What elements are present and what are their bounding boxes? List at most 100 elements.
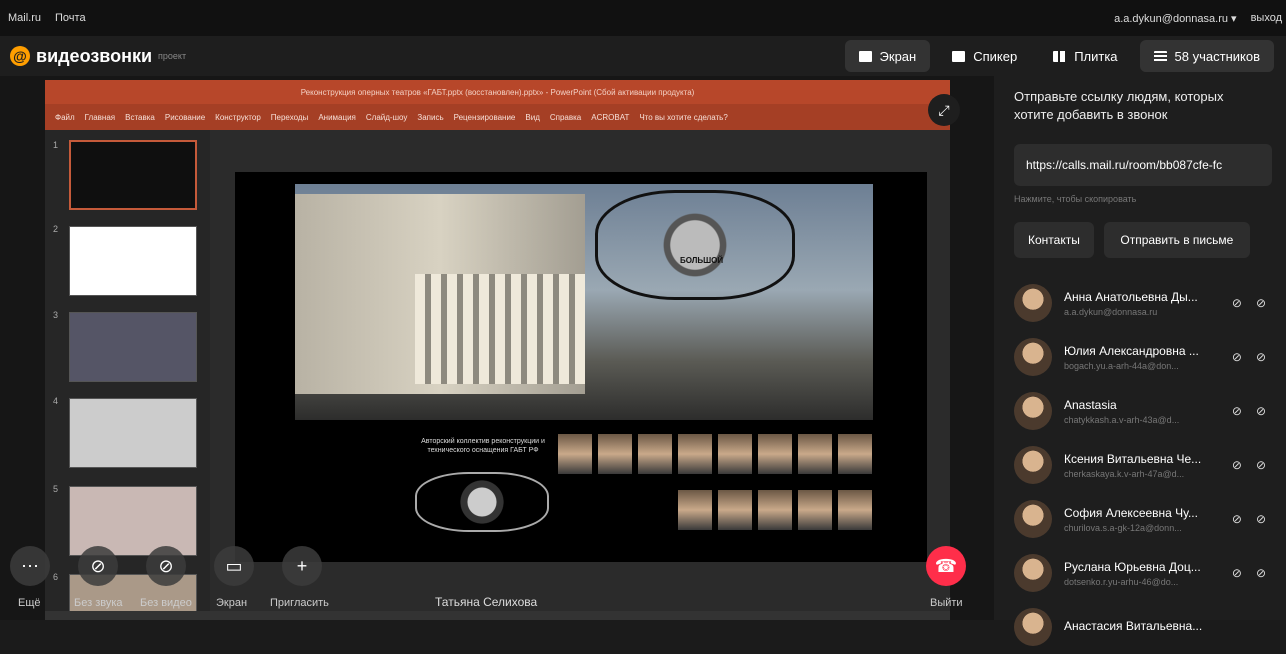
logout-link[interactable]: выход: [1251, 12, 1282, 25]
no-video-label: Без видео: [140, 597, 192, 609]
ribbon-tab: Вставка: [125, 112, 155, 122]
ppt-status-bar: [45, 611, 950, 620]
camera-off-icon[interactable]: ⊘: [1256, 350, 1266, 364]
portrait: [718, 434, 752, 474]
screen-share-icon[interactable]: ▭: [214, 546, 254, 586]
participant-list: Анна Анатольевна Ды... a.a.dykun@donnasa.…: [1014, 276, 1266, 654]
participant-item[interactable]: Анастасия Витальевна...: [1014, 600, 1266, 654]
portrait: [758, 434, 792, 474]
slide-thumb: [69, 486, 197, 556]
mic-off-icon[interactable]: ⊘: [1232, 566, 1242, 580]
portrait: [838, 490, 872, 530]
thumb-number: 2: [53, 224, 59, 234]
portrait: [798, 490, 832, 530]
participants-button[interactable]: 58 участников: [1139, 40, 1274, 72]
mail-link[interactable]: Почта: [55, 12, 86, 24]
camera-off-icon[interactable]: ⊘: [146, 546, 186, 586]
view-tiles-button[interactable]: Плитка: [1039, 40, 1131, 72]
mic-off-icon[interactable]: ⊘: [1232, 296, 1242, 310]
view-speaker-button[interactable]: Спикер: [938, 40, 1031, 72]
hang-up-button[interactable]: ☎: [926, 546, 966, 586]
portrait: [798, 434, 832, 474]
account-menu[interactable]: a.a.dykun@donnasa.ru ▾: [1114, 12, 1237, 25]
top-bar: Mail.ru Почта a.a.dykun@donnasa.ru ▾ вых…: [0, 0, 1286, 36]
ribbon-tab: Файл: [55, 112, 75, 122]
ribbon-tab: Слайд-шоу: [365, 112, 408, 122]
team-portraits: [558, 434, 878, 554]
portrait: [718, 490, 752, 530]
participant-item[interactable]: Ксения Витальевна Че... cherkaskaya.k.v-a…: [1014, 438, 1266, 492]
more-label: Ещё: [18, 597, 41, 609]
participant-item[interactable]: София Алексеевна Чу... churilova.s.a-gk-1…: [1014, 492, 1266, 546]
mic-off-icon[interactable]: ⊘: [1232, 458, 1242, 472]
portrait: [678, 490, 712, 530]
mic-off-icon[interactable]: ⊘: [78, 546, 118, 586]
participant-item[interactable]: Anastasia chatykkash.a.v-arh-43a@d... ⊘ ⊘: [1014, 384, 1266, 438]
portrait: [638, 434, 672, 474]
emblem-small-image: [415, 472, 549, 532]
emblem-text: БОЛЬШОЙ: [680, 256, 724, 265]
invite-link-field[interactable]: https://calls.mail.ru/room/bb087cfe-fc: [1014, 144, 1272, 186]
expand-icon[interactable]: ⤢: [928, 94, 960, 126]
participants-panel: Отправьте ссылку людям, которых хотите д…: [994, 76, 1286, 646]
avatar: [1014, 446, 1052, 484]
slide-thumbnails: 1 2 3 4 5 6: [45, 130, 210, 620]
avatar: [1014, 338, 1052, 376]
camera-off-icon[interactable]: ⊘: [1256, 566, 1266, 580]
participant-item[interactable]: Руслана Юрьевна Доц... dotsenko.r.yu-arhu…: [1014, 546, 1266, 600]
theatre-photo: БОЛЬШОЙ: [295, 184, 873, 420]
slide-thumb: [69, 140, 197, 210]
thumb-number: 3: [53, 310, 59, 320]
ribbon-tab: Справка: [549, 112, 582, 122]
portrait: [678, 434, 712, 474]
more-button[interactable]: ⋯: [10, 546, 50, 586]
screen-icon: [858, 50, 872, 62]
mailru-link[interactable]: Mail.ru: [8, 12, 41, 24]
ppt-body: 1 2 3 4 5 6 БОЛЬШОЙ Авторский коллектив …: [45, 130, 950, 620]
emblem-image: [595, 190, 795, 300]
thumb-number: 6: [53, 572, 59, 582]
ribbon-tab: Рисование: [164, 112, 206, 122]
mic-off-icon[interactable]: ⊘: [1232, 350, 1242, 364]
participant-item[interactable]: Анна Анатольевна Ды... a.a.dykun@donnasa.…: [1014, 276, 1266, 330]
ribbon-search: Что вы хотите сделать?: [639, 112, 728, 122]
screen-label: Экран: [216, 597, 248, 609]
mic-off-icon[interactable]: ⊘: [1232, 512, 1242, 526]
participant-item[interactable]: Юлия Александровна ... bogach.yu.a-arh-44…: [1014, 330, 1266, 384]
ppt-ribbon: Файл Главная Вставка Рисование Конструкт…: [45, 104, 950, 130]
avatar: [1014, 284, 1052, 322]
contacts-button[interactable]: Контакты: [1014, 222, 1094, 258]
logo[interactable]: @ видеозвонки проект: [0, 46, 186, 67]
slide-thumb: [69, 398, 197, 468]
portrait: [558, 434, 592, 474]
avatar: [1014, 392, 1052, 430]
camera-off-icon[interactable]: ⊘: [1256, 458, 1266, 472]
speaker-view-icon: [952, 50, 966, 62]
slide-thumb: [69, 312, 197, 382]
avatar: [1014, 608, 1052, 646]
shared-screen-area: Реконструкция оперных театров «ГАБТ.pptx…: [0, 76, 994, 620]
ppt-title-bar: Реконструкция оперных театров «ГАБТ.pptx…: [45, 80, 950, 104]
send-email-button[interactable]: Отправить в письме: [1103, 222, 1250, 258]
invite-text: Отправьте ссылку людям, которых хотите д…: [1014, 89, 1224, 122]
camera-off-icon[interactable]: ⊘: [1256, 512, 1266, 526]
invite-plus-icon[interactable]: +: [282, 546, 322, 586]
avatar: [1014, 554, 1052, 592]
camera-off-icon[interactable]: ⊘: [1256, 296, 1266, 310]
portrait: [838, 434, 872, 474]
list-icon: [1153, 50, 1167, 62]
avatar: [1014, 500, 1052, 538]
ribbon-tab: Рецензирование: [453, 112, 516, 122]
view-screen-button[interactable]: Экран: [844, 40, 931, 72]
ribbon-tab: Анимация: [318, 112, 356, 122]
columns-image: [415, 274, 585, 384]
project-badge: проект: [158, 51, 187, 61]
grid-icon: [1053, 50, 1067, 62]
exit-label: Выйти: [930, 597, 963, 609]
camera-off-icon[interactable]: ⊘: [1256, 404, 1266, 418]
ribbon-tab: Главная: [84, 112, 116, 122]
logo-text: видеозвонки: [36, 45, 153, 66]
mic-off-icon[interactable]: ⊘: [1232, 404, 1242, 418]
thumb-number: 4: [53, 396, 59, 406]
at-logo-icon: @: [10, 46, 30, 66]
